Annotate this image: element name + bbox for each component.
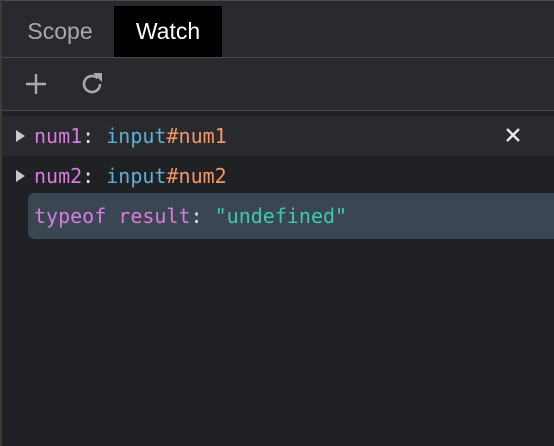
expand-triangle-icon[interactable] — [16, 170, 25, 182]
delete-watch-button[interactable] — [502, 124, 524, 146]
watch-item[interactable]: num2: input #num2 — [2, 156, 554, 196]
watch-item-name: num2 — [34, 164, 83, 188]
expand-triangle-icon[interactable] — [16, 130, 25, 142]
watch-item-separator: : — [82, 164, 107, 188]
watch-list: num1: input #num1 num2: input #num2 typeof… — [2, 111, 554, 446]
watch-item-editing[interactable]: typeof result: "undefined" — [28, 193, 554, 239]
watch-expression: num2: input #num2 — [34, 164, 227, 188]
watch-item-separator: : — [190, 204, 215, 228]
watch-expression: num1: input #num1 — [34, 124, 227, 148]
watch-item-value-id: #num1 — [166, 124, 227, 148]
refresh-watch-button[interactable] — [76, 68, 108, 100]
watch-item-name: num1 — [34, 124, 83, 148]
watch-item-value-id: #num2 — [166, 164, 227, 188]
watch-item-value: "undefined" — [214, 204, 348, 228]
plus-icon — [26, 74, 46, 94]
watch-item-expression: typeof result — [34, 204, 191, 228]
tab-watch[interactable]: Watch — [114, 6, 222, 57]
watch-item-value-type: input — [106, 124, 167, 148]
watch-item-value-type: input — [106, 164, 167, 188]
tab-bar: Scope Watch — [2, 0, 554, 58]
watch-item-separator: : — [82, 124, 107, 148]
refresh-icon — [82, 73, 102, 94]
watch-toolbar — [2, 58, 554, 110]
tab-scope[interactable]: Scope — [8, 6, 112, 57]
watch-expression-input[interactable]: typeof result: "undefined" — [34, 204, 347, 228]
close-icon — [506, 128, 520, 142]
add-watch-button[interactable] — [20, 68, 52, 100]
watch-item[interactable]: num1: input #num1 — [2, 116, 554, 156]
watch-panel: Scope Watch num1: input #num1 num2: inp… — [0, 0, 554, 446]
